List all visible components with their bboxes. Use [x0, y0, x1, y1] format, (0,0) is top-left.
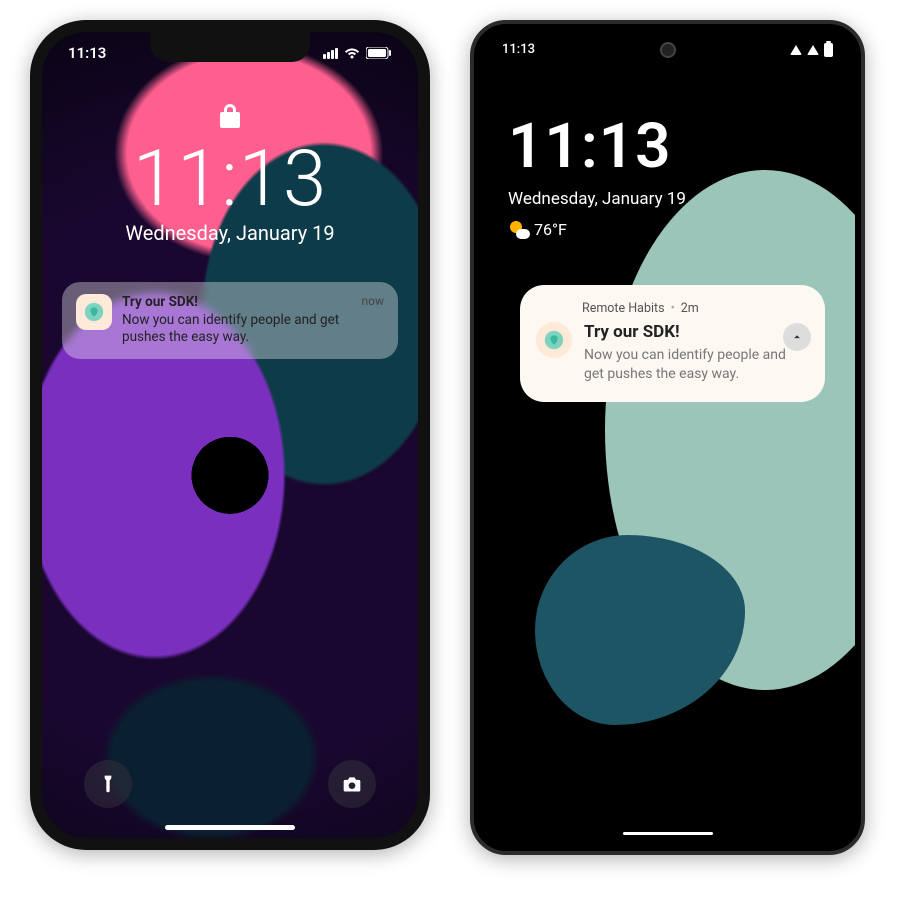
ios-status-time: 11:13: [68, 44, 106, 62]
android-status-time: 11:13: [502, 42, 535, 57]
android-notification-body: Now you can identify people and get push…: [584, 346, 804, 384]
ios-lock-date: Wednesday, January 19: [125, 221, 334, 245]
wifi-icon: [344, 47, 360, 59]
flashlight-button[interactable]: [84, 760, 132, 808]
android-home-indicator[interactable]: [623, 832, 713, 835]
separator-dot: •: [671, 301, 675, 316]
lock-icon: [219, 102, 241, 130]
android-status-bar: 11:13: [480, 42, 855, 57]
android-frame: 11:13 11:13 Wednesday, January 19 76°F R…: [470, 20, 865, 855]
battery-icon: [366, 47, 392, 59]
android-lock-time: 11:13: [508, 110, 686, 183]
chevron-up-icon: [790, 330, 804, 344]
android-weather: 76°F: [508, 219, 686, 239]
ios-lock-time: 11:13: [133, 134, 327, 225]
weather-icon: [508, 219, 528, 239]
ios-notification-body: Now you can identify people and get push…: [122, 312, 384, 347]
android-screen: 11:13 11:13 Wednesday, January 19 76°F R…: [480, 30, 855, 845]
battery-icon: [824, 43, 833, 57]
ios-notification-time: now: [362, 294, 385, 308]
android-temperature: 76°F: [534, 220, 567, 239]
ios-lock-header: 11:13 Wednesday, January 19: [42, 102, 418, 245]
expand-button[interactable]: [783, 323, 811, 351]
android-notification-title: Try our SDK!: [584, 322, 804, 342]
ios-notification[interactable]: Try our SDK! Now you can identify people…: [62, 282, 398, 359]
notification-app-icon: [76, 294, 112, 330]
ios-home-indicator[interactable]: [165, 825, 295, 830]
camera-button[interactable]: [328, 760, 376, 808]
notification-app-icon: [536, 322, 572, 358]
cellular-signal-icon: [323, 48, 338, 59]
iphone-screen: 11:13 11:13 Wednesday, January 19 Try ou…: [42, 32, 418, 838]
android-notification-app-name: Remote Habits: [582, 301, 665, 316]
ios-status-bar: 11:13: [42, 44, 418, 62]
android-lock-header: 11:13 Wednesday, January 19 76°F: [508, 110, 686, 239]
cellular-signal-icon: [807, 45, 819, 55]
android-lock-date: Wednesday, January 19: [508, 189, 686, 209]
ios-notification-title: Try our SDK!: [122, 294, 384, 312]
android-notification-age: 2m: [681, 301, 699, 316]
android-notification[interactable]: Remote Habits • 2m Try our SDK! Now you …: [520, 285, 825, 402]
wifi-icon: [790, 45, 802, 55]
iphone-frame: 11:13 11:13 Wednesday, January 19 Try ou…: [30, 20, 430, 850]
